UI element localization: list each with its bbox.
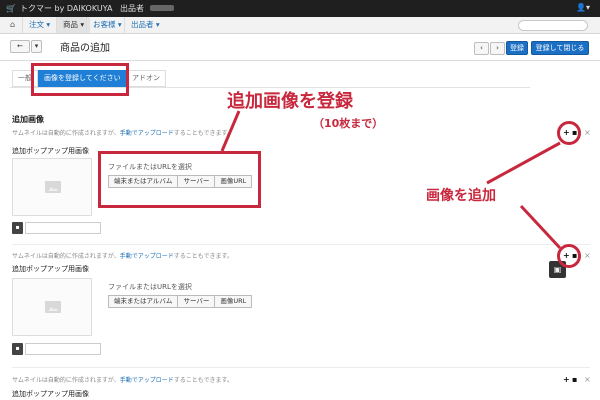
popup-image-label: 追加ポップアップ用画像 [12,390,89,398]
cart-icon: 🛒 [6,4,16,13]
remove-image-icon[interactable]: × [584,375,591,384]
hint-text-after: することもできます。 [173,130,233,137]
seller-name-redacted [150,5,174,11]
manual-upload-link[interactable]: 手動でアップロード [120,130,174,137]
comment-icon: ▪ [12,343,23,355]
user-icon[interactable]: 👤▾ [576,3,590,12]
image-placeholder [12,278,92,336]
register-close-button[interactable]: 登録して閉じる [531,41,589,55]
copy-image-icon[interactable]: ▪ [572,375,577,384]
row-separator [12,244,590,245]
thumbnail-hint: サムネイルは自動的に作成されますが、手動でアップロードすることもできます。 [12,375,233,384]
comment-icon: ▪ [12,222,23,234]
page-title: 商品の追加 [60,43,110,54]
thumbnail-hint: サムネイルは自動的に作成されますが、手動でアップロードすることもできます。 [12,128,233,137]
hint-text-after: することもできます。 [173,377,233,384]
search-input[interactable] [518,20,588,31]
popup-image-label: 追加ポップアップ用画像 [12,147,89,155]
register-button[interactable]: 登録 [506,41,528,55]
remove-image-icon[interactable]: × [584,128,591,137]
brand-name: トクマー by DAIKOKUYA [19,4,113,13]
hint-text-after: することもできます。 [173,253,233,260]
brand[interactable]: 🛒 トクマー by DAIKOKUYA [6,3,112,14]
prev-button[interactable]: ‹ [474,42,489,55]
manual-upload-link[interactable]: 手動でアップロード [120,253,174,260]
menu-sellers[interactable]: 出品者 ▾ [124,17,166,33]
device-album-button[interactable]: 端末またはアルバム [108,295,179,308]
main-menu: ⌂ 注文 ▾ 商品 ▾ お客様 ▾ 出品者 ▾ [0,17,600,34]
image-icon [45,301,61,313]
top-navbar: 🛒 トクマー by DAIKOKUYA 出品者 👤▾ [0,0,600,17]
callout-line-add-bottom [519,204,562,250]
menu-customers[interactable]: お客様 ▾ [86,17,128,33]
annotation-add-image: 画像を追加 [426,188,496,204]
annotation-box-tab [31,63,129,96]
section-title: 追加画像 [12,115,44,124]
back-button[interactable]: ← [10,40,30,53]
popup-image-label: 追加ポップアップ用画像 [12,265,89,273]
home-icon[interactable]: ⌂ [10,20,15,29]
seller-label: 出品者 [120,4,144,13]
next-button[interactable]: › [490,42,505,55]
add-image-icon[interactable]: + [563,375,570,384]
annotation-max-count: （10枚まで） [313,117,384,130]
annotation-register-images: 追加画像を登録 [227,91,353,112]
image-icon [45,181,61,193]
annotation-circle-add [557,121,581,145]
tab-addons[interactable]: アドオン [126,70,166,87]
callout-line-add-top [486,141,561,185]
alt-text-input[interactable] [25,343,101,355]
image-placeholder [12,158,92,216]
row-separator [12,367,590,368]
back-dropdown-button[interactable]: ▾ [31,40,42,53]
hint-text: サムネイルは自動的に作成されますが、 [12,130,120,137]
remove-image-icon[interactable]: × [584,251,591,260]
hint-text: サムネイルは自動的に作成されますが、 [12,253,120,260]
image-url-button[interactable]: 画像URL [214,295,253,308]
title-divider [0,60,600,61]
hint-text: サムネイルは自動的に作成されますが、 [12,377,120,384]
choose-file-label: ファイルまたはURLを選択 [108,283,192,291]
alt-text-input[interactable] [25,222,101,234]
annotation-circle-add [557,244,581,268]
menu-orders[interactable]: 注文 ▾ [22,17,56,33]
upload-source-buttons: 端末またはアルバム サーバー 画像URL [108,295,253,308]
annotation-box-upload [98,151,261,208]
server-button[interactable]: サーバー [177,295,216,308]
manual-upload-link[interactable]: 手動でアップロード [120,377,174,384]
thumbnail-hint: サムネイルは自動的に作成されますが、手動でアップロードすることもできます。 [12,251,233,260]
